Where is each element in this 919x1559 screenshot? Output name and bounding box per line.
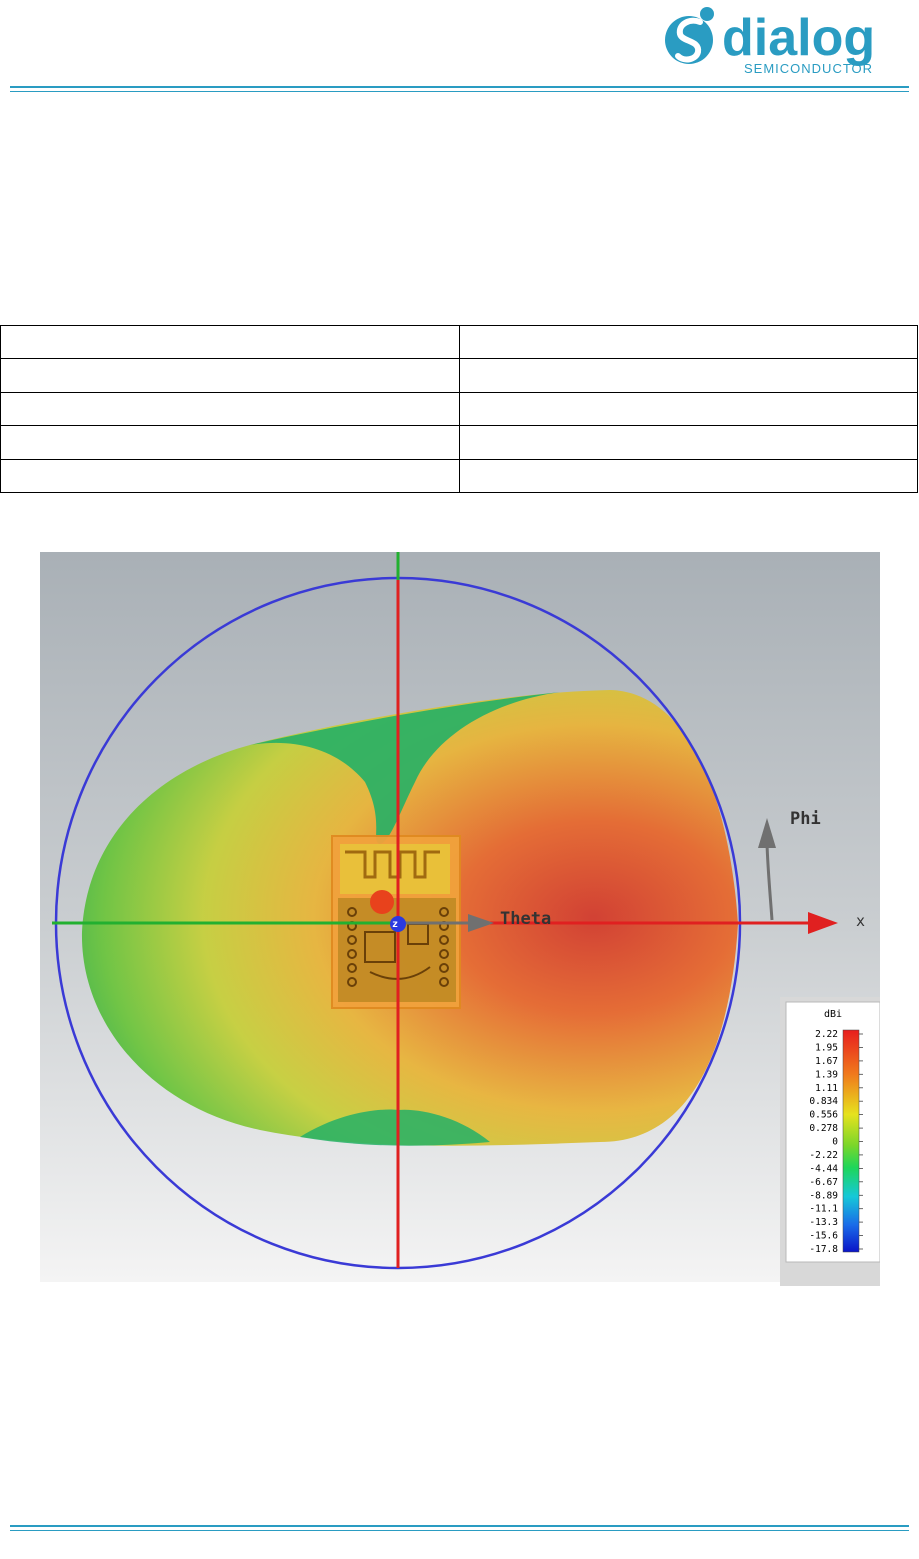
phi-label: Phi	[790, 809, 821, 829]
radiation-pattern-figure: Theta Phi x z dBi 2.22 1.95 1.67 1.39 1.11 0.…	[40, 552, 880, 1286]
legend-tick-label: -15.6	[809, 1231, 838, 1242]
table-cell	[0, 425, 460, 460]
legend-tick-label: 0.278	[809, 1123, 838, 1134]
legend-tick-label: 0	[832, 1137, 838, 1148]
legend-tick-label: -8.89	[809, 1190, 838, 1201]
table-cell	[0, 458, 460, 494]
legend-tick-label: -4.44	[809, 1163, 838, 1174]
legend-tick-label: -17.8	[809, 1244, 838, 1255]
legend-tick-label: 2.22	[815, 1029, 838, 1040]
legend-tick-label: 1.11	[815, 1083, 838, 1094]
legend-tick-label: 0.834	[809, 1096, 838, 1107]
footer-rule	[10, 1525, 909, 1527]
legend-colorbar	[842, 1029, 860, 1253]
footer-rule-thin	[10, 1530, 909, 1531]
table-row	[0, 358, 918, 393]
table-cell	[459, 425, 918, 460]
legend-tick-label: 1.39	[815, 1069, 838, 1080]
table-cell	[0, 391, 460, 427]
legend-tick-label: -6.67	[809, 1177, 838, 1188]
header-rule	[10, 86, 909, 88]
specification-table	[0, 324, 918, 494]
theta-label: Theta	[500, 909, 551, 929]
legend-tick-label: -13.3	[809, 1217, 838, 1228]
table-cell	[459, 324, 918, 360]
legend-unit: dBi	[824, 1009, 842, 1020]
table-cell	[459, 458, 918, 494]
legend-tick-label: -11.1	[809, 1204, 838, 1215]
logo-subtitle: SEMICONDUCTOR	[744, 61, 873, 76]
logo-mark-icon	[665, 7, 714, 64]
x-axis-label: x	[856, 912, 865, 930]
legend-tick-label: -2.22	[809, 1150, 838, 1161]
table-cell	[459, 391, 918, 427]
legend-tick-label: 1.95	[815, 1042, 838, 1053]
table-row	[0, 391, 918, 427]
table-cell	[0, 324, 460, 360]
table-cell	[0, 358, 460, 393]
table-cell	[459, 358, 918, 393]
header-rule-thin	[10, 91, 909, 92]
legend-tick-label: 1.67	[815, 1056, 838, 1067]
table-row	[0, 425, 918, 460]
legend-tick-label: 0.556	[809, 1110, 838, 1121]
logo-word: dialog	[722, 9, 875, 67]
dialog-semiconductor-logo: dialog SEMICONDUCTOR	[665, 7, 875, 76]
table-row	[0, 458, 918, 494]
color-legend: dBi 2.22 1.95 1.67 1.39 1.11 0.834 0.556 0.278 0…	[780, 997, 880, 1286]
z-axis-label: z	[392, 919, 398, 930]
table-row	[0, 324, 918, 360]
